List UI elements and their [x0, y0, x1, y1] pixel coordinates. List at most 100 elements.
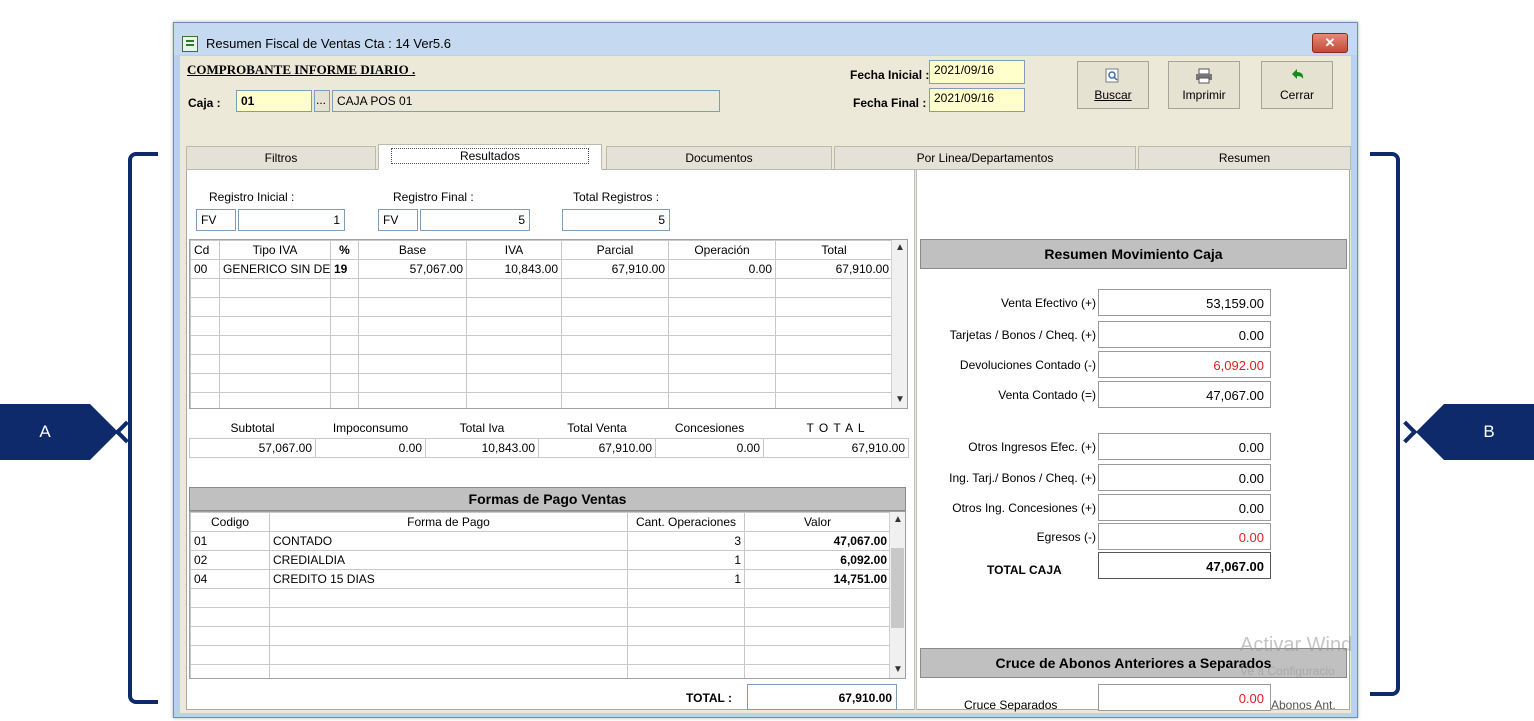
total-registros-label: Total Registros : [573, 190, 660, 204]
cell-cant: 1 [627, 550, 745, 570]
callout-a: A [0, 404, 90, 460]
subtotal-value: 57,067.00 [189, 437, 316, 458]
col-valor[interactable]: Valor [744, 512, 891, 532]
callout-b: B [1444, 404, 1534, 460]
panel-divider [914, 170, 917, 710]
col-tipo-iva[interactable]: Tipo IVA [219, 240, 331, 260]
cell-codigo: 01 [190, 531, 270, 551]
col-cd[interactable]: Cd [190, 240, 220, 260]
table-row[interactable]: 04 CREDITO 15 DIAS 1 14,751.00 [190, 569, 891, 589]
registro-final-prefix[interactable]: FV [378, 209, 418, 231]
title-bar: Resumen Fiscal de Ventas Cta : 14 Ver5.6… [174, 23, 1357, 55]
totals-header-row: Subtotal Impoconsumo Total Iva Total Ven… [190, 419, 909, 438]
otros-concesiones-label: Otros Ing. Concesiones (+) [952, 501, 1096, 515]
table-row[interactable]: 02 CREDIALDIA 1 6,092.00 [190, 550, 891, 570]
ing-tarj-label: Ing. Tarj./ Bonos / Cheq. (+) [949, 471, 1096, 485]
app-icon [182, 36, 198, 52]
totals-value-row: 57,067.00 0.00 10,843.00 67,910.00 0.00 … [189, 437, 909, 458]
col-operacion[interactable]: Operación [668, 240, 776, 260]
table-row [190, 373, 893, 393]
registro-final-label: Registro Final : [393, 190, 474, 204]
total-label: T O T A L [806, 421, 866, 436]
egresos-value: 0.00 [1098, 523, 1271, 550]
col-parcial[interactable]: Parcial [561, 240, 669, 260]
total-venta-label: Total Venta [567, 421, 627, 436]
cell-operacion: 0.00 [668, 259, 776, 279]
registro-inicial-label: Registro Inicial : [209, 190, 295, 204]
egresos-label: Egresos (-) [1036, 530, 1096, 544]
tab-resultados[interactable]: Resultados [378, 144, 602, 170]
cerrar-label: Cerrar [1279, 88, 1314, 102]
table-row [190, 645, 891, 665]
fecha-inicial-field[interactable]: 2021/09/16 [929, 60, 1025, 84]
pagos-table: Codigo Forma de Pago Cant. Operaciones V… [190, 512, 891, 678]
table-row[interactable]: 01 CONTADO 3 47,067.00 [190, 531, 891, 551]
pagos-scrollbar[interactable]: ▲ ▼ [889, 512, 905, 678]
col-total[interactable]: Total [775, 240, 893, 260]
col-iva[interactable]: IVA [466, 240, 562, 260]
undo-arrow-icon [1292, 69, 1304, 79]
iva-scrollbar[interactable]: ▲ ▼ [891, 240, 907, 408]
buscar-button[interactable]: Buscar [1077, 61, 1149, 109]
tab-por-linea[interactable]: Por Linea/Departamentos [834, 146, 1136, 170]
cell-iva: 10,843.00 [466, 259, 562, 279]
impoconsumo-value: 0.00 [315, 437, 426, 458]
table-row [190, 278, 893, 298]
cell-codigo: 02 [190, 550, 270, 570]
cell-cant: 1 [627, 569, 745, 589]
cruce-separados-value: 0.00 [1098, 684, 1271, 711]
caja-browse-button[interactable]: ... [314, 90, 330, 112]
imprimir-button[interactable]: Imprimir [1168, 61, 1240, 109]
close-window-button[interactable]: ✕ [1312, 33, 1348, 53]
cerrar-button[interactable]: Cerrar [1261, 61, 1333, 109]
window-title: Resumen Fiscal de Ventas Cta : 14 Ver5.6 [206, 36, 451, 51]
scroll-up-icon[interactable]: ▲ [890, 512, 905, 528]
iva-grid: Cd Tipo IVA % Base IVA Parcial Operación… [189, 239, 908, 409]
bracket-b [1370, 152, 1400, 696]
tarjetas-value: 0.00 [1098, 321, 1271, 348]
col-forma-pago[interactable]: Forma de Pago [269, 512, 628, 532]
registro-final-field[interactable]: 5 [420, 209, 530, 231]
tab-documentos[interactable]: Documentos [606, 146, 832, 170]
iva-header-row: Cd Tipo IVA % Base IVA Parcial Operación… [190, 240, 893, 260]
otros-ingresos-value: 0.00 [1098, 433, 1271, 460]
scroll-down-icon[interactable]: ▼ [890, 662, 905, 678]
col-cant-operaciones[interactable]: Cant. Operaciones [627, 512, 745, 532]
registro-inicial-prefix[interactable]: FV [196, 209, 236, 231]
scroll-down-icon[interactable]: ▼ [892, 392, 907, 408]
scroll-thumb[interactable] [891, 548, 904, 628]
col-codigo[interactable]: Codigo [190, 512, 270, 532]
table-row [190, 354, 893, 374]
caja-code-field[interactable]: 01 [236, 90, 312, 112]
callout-b-label: B [1483, 422, 1495, 441]
abonos-ant-label: Abonos Ant. [1271, 698, 1336, 712]
scroll-up-icon[interactable]: ▲ [892, 240, 907, 256]
fecha-final-label: Fecha Final : [853, 96, 927, 110]
col-base[interactable]: Base [358, 240, 467, 260]
total-iva-label: Total Iva [459, 421, 505, 436]
registro-inicial-field[interactable]: 1 [238, 209, 345, 231]
cell-pct: 19 [330, 259, 359, 279]
activation-watermark: Activar Wind [1240, 634, 1353, 656]
tab-filtros[interactable]: Filtros [186, 146, 376, 170]
table-row [190, 588, 891, 608]
col-pct[interactable]: % [330, 240, 359, 260]
table-row[interactable]: 00 GENERICO SIN DEF 19 57,067.00 10,843.… [190, 259, 893, 279]
client-area: COMPROBANTE INFORME DIARIO . Caja : 01 .… [180, 56, 1351, 713]
tab-por-linea-label: Por Linea/Departamentos [916, 151, 1054, 165]
total-registros-field: 5 [562, 209, 670, 231]
tab-resultados-label: Resultados [390, 148, 590, 164]
table-row [190, 607, 891, 627]
total-value: 67,910.00 [763, 437, 909, 458]
concesiones-label: Concesiones [674, 421, 745, 436]
otros-concesiones-value: 0.00 [1098, 494, 1271, 521]
subtotal-label: Subtotal [230, 421, 275, 436]
fecha-inicial-label: Fecha Inicial : [850, 68, 930, 82]
venta-contado-value: 47,067.00 [1098, 381, 1271, 408]
comprobante-title: COMPROBANTE INFORME DIARIO . [187, 62, 416, 77]
fecha-final-field[interactable]: 2021/09/16 [929, 88, 1025, 112]
cell-codigo: 04 [190, 569, 270, 589]
tab-resumen[interactable]: Resumen [1138, 146, 1351, 170]
venta-efectivo-value: 53,159.00 [1098, 289, 1271, 316]
cell-valor: 47,067.00 [744, 531, 891, 551]
